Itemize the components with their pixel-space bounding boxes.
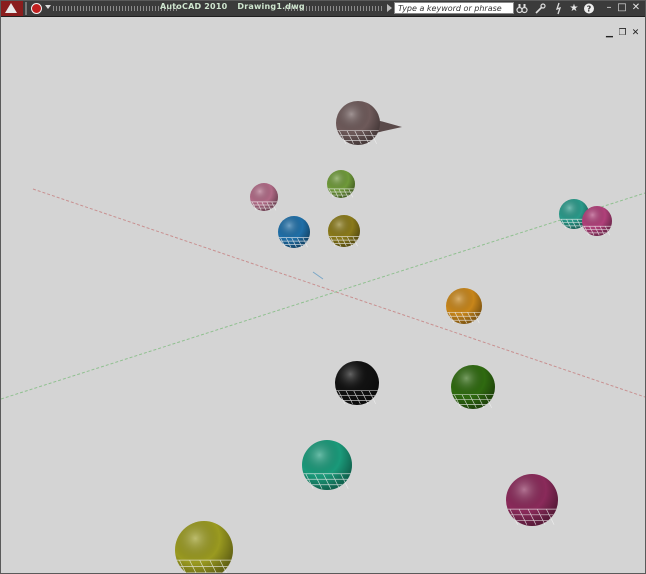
sphere-shading — [506, 474, 558, 526]
search-input[interactable]: Type a keyword or phrase — [394, 2, 514, 14]
communication-center-icon[interactable] — [553, 2, 565, 15]
sphere-shading — [278, 216, 310, 248]
sphere-black[interactable] — [335, 361, 379, 405]
drawing-viewport[interactable]: ▁ ❐ ✕ — [1, 17, 645, 573]
sphere-shading — [175, 521, 233, 573]
y-axis-line — [1, 192, 645, 400]
sphere-shading — [302, 440, 352, 490]
sphere-shading — [335, 361, 379, 405]
minimize-icon[interactable]: – — [603, 1, 615, 15]
sphere-orange[interactable] — [446, 288, 482, 324]
sphere-pink-small[interactable] — [250, 183, 278, 211]
chevron-right-icon[interactable] — [387, 4, 392, 12]
sphere-shading — [336, 101, 380, 145]
sphere-teal-large[interactable] — [302, 440, 352, 490]
help-icon[interactable]: ? — [583, 2, 595, 15]
sphere-blue[interactable] — [278, 216, 310, 248]
application-menu-button[interactable] — [1, 1, 23, 16]
close-icon[interactable]: ✕ — [630, 1, 642, 15]
sphere-dark-green[interactable] — [451, 365, 495, 409]
sphere-magenta-right[interactable] — [582, 206, 612, 236]
workspace-icon[interactable] — [31, 3, 42, 14]
autocad-logo-icon — [5, 3, 17, 13]
subscription-center-icon[interactable] — [534, 2, 546, 15]
document-name: Drawing1.dwg — [237, 2, 305, 11]
window-title: AutoCAD 2010 Drawing1.dwg — [160, 2, 305, 11]
sphere-yellow-olive[interactable] — [175, 521, 233, 573]
sphere-shading — [451, 365, 495, 409]
favorites-star-icon[interactable]: ★ — [568, 2, 580, 15]
title-bar: AutoCAD 2010 Drawing1.dwg Type a keyword … — [1, 1, 645, 17]
restore-icon[interactable]: □ — [616, 1, 628, 15]
sphere-gray-with-cone[interactable] — [336, 101, 402, 145]
z-axis-stub — [312, 271, 324, 280]
3d-scene — [1, 101, 645, 573]
autocad-window: AutoCAD 2010 Drawing1.dwg Type a keyword … — [0, 0, 646, 574]
sphere-shading — [328, 215, 360, 247]
sphere-olive[interactable] — [328, 215, 360, 247]
sphere-green-small[interactable] — [327, 170, 355, 198]
sphere-plum[interactable] — [506, 474, 558, 526]
toolbar-divider — [25, 2, 27, 15]
binoculars-icon[interactable] — [516, 2, 528, 15]
chevron-down-icon[interactable] — [45, 5, 51, 9]
svg-text:?: ? — [587, 5, 592, 14]
sphere-shading — [446, 288, 482, 324]
app-name: AutoCAD 2010 — [160, 2, 228, 11]
